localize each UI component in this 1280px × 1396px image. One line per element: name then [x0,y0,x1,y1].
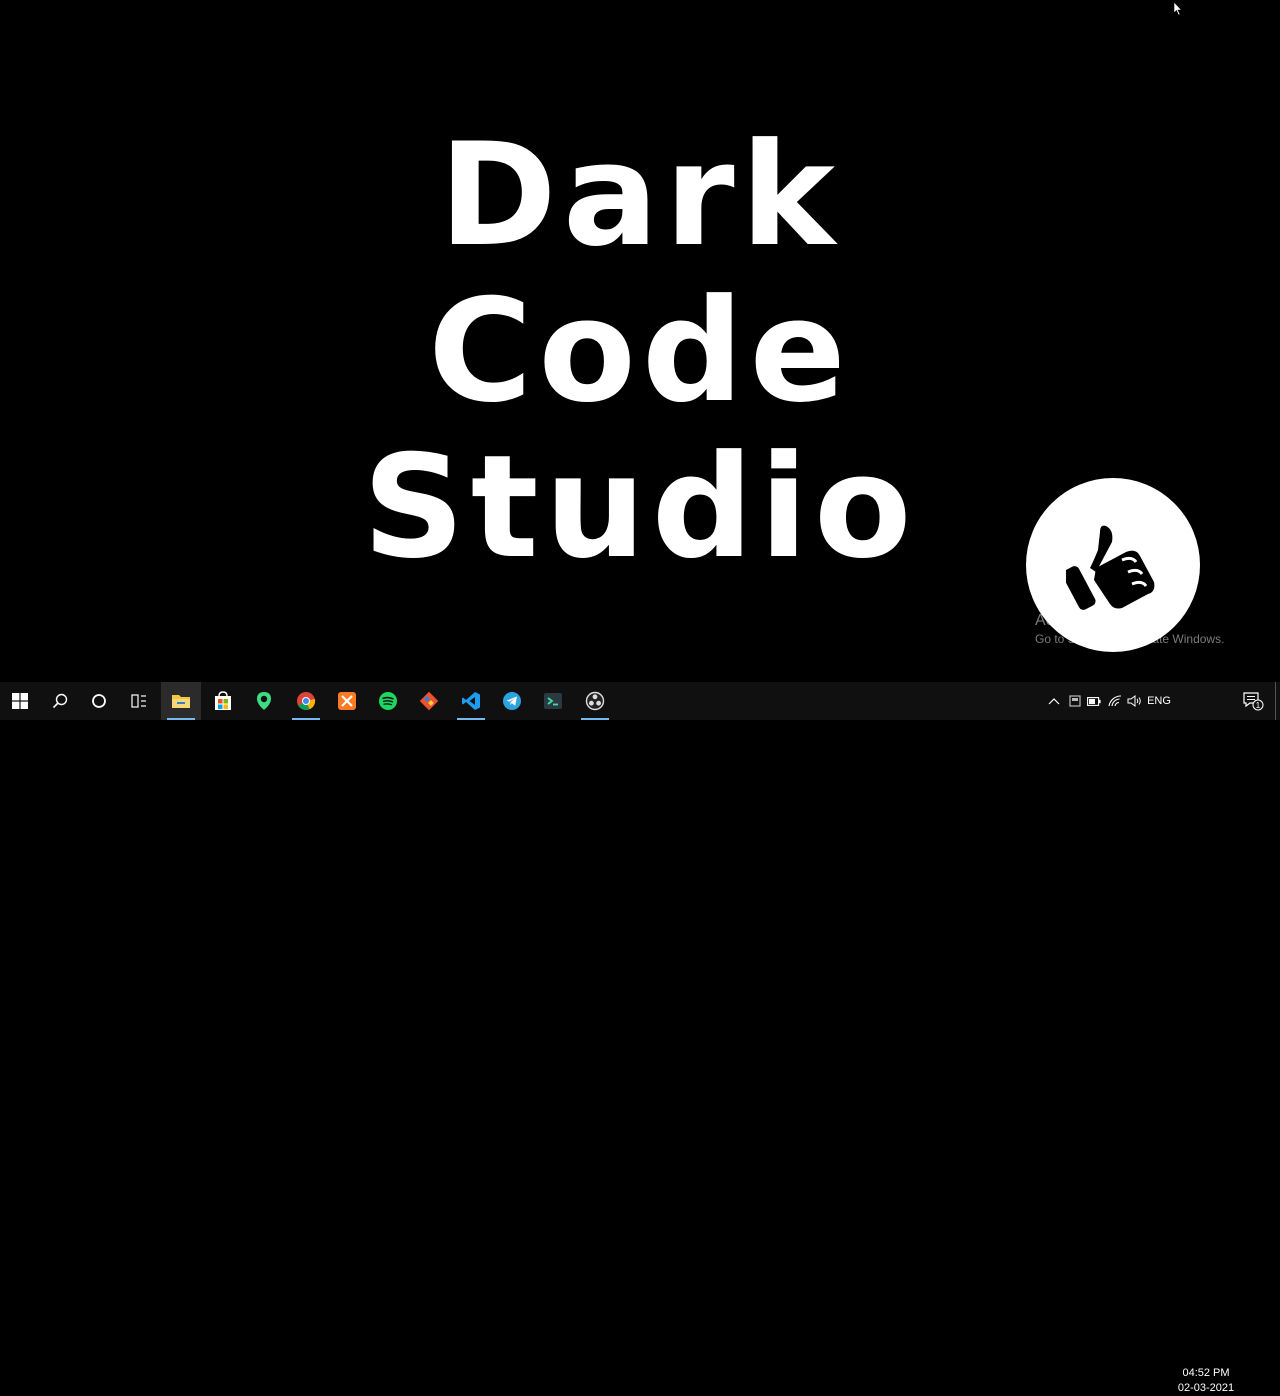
vscode-button[interactable] [451,682,491,720]
maps-app-button[interactable] [244,682,284,720]
input-language-button[interactable]: ENG [1146,682,1172,720]
folder-icon [172,695,190,708]
taskbar: ENG 04:52 PM 02-03-2021 1 [0,682,1280,1394]
search-icon [52,693,68,709]
clock-date: 02-03-2021 [1177,1382,1235,1394]
like-badge [1026,478,1200,652]
chevron-up-icon [1048,698,1060,705]
volume-button[interactable] [1125,682,1143,720]
wallpaper-title: Dark Code Studio [290,118,990,586]
show-desktop-button[interactable] [1275,682,1280,720]
obs-button[interactable] [575,682,615,720]
wallpaper-line-code: Code [428,269,852,434]
store-bag-icon [215,691,231,710]
desktop: Dark Code Studio Activate Windows Go to … [0,0,1280,682]
language-indicator: ENG [1147,695,1171,707]
speaker-icon [1127,695,1141,707]
network-button[interactable] [1106,682,1124,720]
xampp-icon [338,692,356,710]
task-view-button[interactable] [119,682,159,720]
windows-logo-icon [12,693,28,709]
spotify-button[interactable] [368,682,408,720]
xampp-button[interactable] [327,682,367,720]
spotify-icon [379,692,397,710]
search-button[interactable] [40,682,80,720]
chrome-button[interactable] [286,682,326,720]
wallpaper-line-dark: Dark [438,113,842,278]
terminal-app-button[interactable] [533,682,573,720]
telegram-icon [503,692,521,710]
telegram-button[interactable] [492,682,532,720]
start-button[interactable] [0,682,40,720]
obs-icon [585,691,605,711]
microsoft-store-button[interactable] [203,682,243,720]
clock-button[interactable]: 04:52 PM 02-03-2021 [1174,1366,1238,1396]
wifi-icon [1108,695,1122,707]
action-center-button[interactable]: 1 [1240,682,1266,720]
map-pin-icon [257,692,271,710]
clock-time: 04:52 PM [1182,1367,1230,1379]
file-explorer-button[interactable] [161,682,201,720]
show-hidden-icons-button[interactable] [1045,682,1063,720]
notification-icon: 1 [1243,692,1264,711]
mouse-pointer-icon [1173,1,1183,16]
terminal-icon [544,693,562,709]
git-icon [419,691,439,711]
cortana-ring-icon [92,694,106,708]
battery-button[interactable] [1085,682,1103,720]
tray-app-icon [1069,695,1081,707]
notification-count: 1 [1256,701,1261,710]
battery-icon [1087,696,1101,706]
vscode-icon [462,692,480,710]
git-button[interactable] [409,682,449,720]
task-view-icon [131,694,146,708]
tray-app-button[interactable] [1066,682,1084,720]
chrome-icon [297,692,316,711]
thumbs-up-icon [1066,525,1155,610]
cortana-button[interactable] [79,682,119,720]
wallpaper-line-studio: Studio [362,425,918,590]
